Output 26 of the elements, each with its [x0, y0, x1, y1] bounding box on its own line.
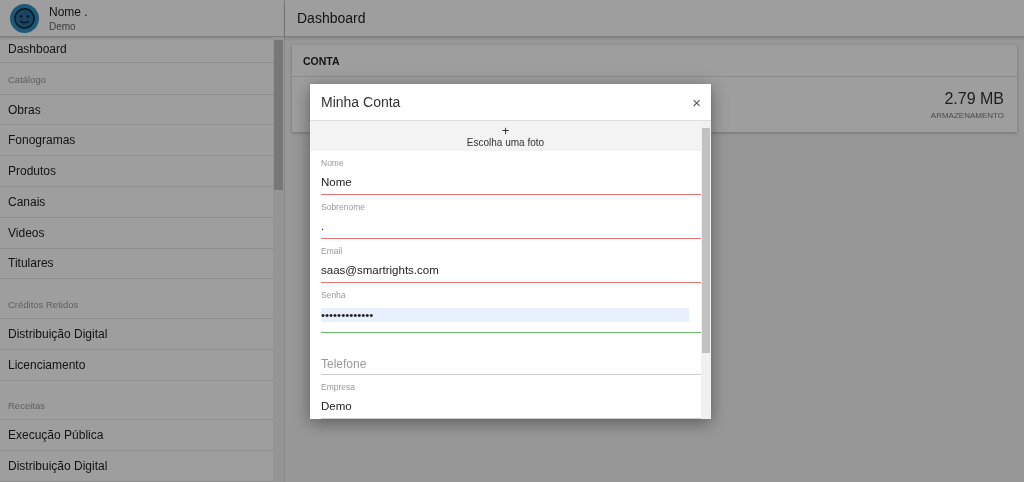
input-field[interactable]: saas@smartrights.com [321, 257, 701, 283]
nav-item[interactable]: Dashboard [0, 37, 273, 63]
input-field[interactable]: Demo [321, 393, 701, 419]
card-title: CONTA [292, 45, 1017, 77]
storage-label: ARMAZENAMENTO [930, 110, 1004, 120]
input-field[interactable]: Nome [321, 169, 701, 195]
field-label: Senha [321, 290, 347, 301]
choose-photo-button[interactable]: + Escolha uma foto [310, 121, 701, 151]
field-label: Empresa [321, 382, 356, 393]
nav-item[interactable]: Canais [0, 187, 273, 218]
input-field[interactable]: Telefone [321, 353, 701, 375]
user-name: Nome . [49, 4, 88, 19]
nav-item[interactable]: Distribuição Digital [0, 319, 273, 350]
storage-value: 2.79 MB [944, 89, 1004, 108]
scrollbar[interactable] [273, 37, 284, 482]
close-button[interactable]: × [690, 93, 703, 111]
dialog-title: Minha Conta [321, 94, 401, 110]
page-title: Dashboard [285, 0, 1024, 37]
user-company: Demo [49, 20, 77, 32]
input-field[interactable]: . [321, 213, 701, 239]
field-label: Email [321, 246, 344, 257]
field-label: Sobrenome [321, 202, 366, 213]
field-label: Nome [321, 158, 345, 169]
scrollbar[interactable] [701, 121, 711, 419]
smiley-avatar-icon [10, 3, 39, 33]
nav-item[interactable]: Distribuição Digital [0, 451, 273, 482]
